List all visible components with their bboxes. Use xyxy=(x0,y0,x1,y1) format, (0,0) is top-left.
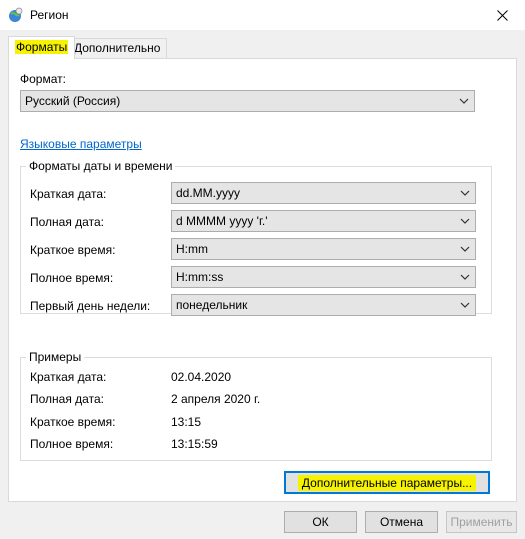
example-short-date-value: 02.04.2020 xyxy=(171,370,232,384)
tab-formats-label: Форматы xyxy=(15,40,69,54)
long-date-select[interactable]: d MMMM yyyy 'г.' xyxy=(171,210,476,232)
short-time-value: H:mm xyxy=(176,242,208,256)
format-select[interactable]: Русский (Россия) xyxy=(20,90,475,112)
examples-title: Примеры xyxy=(26,350,85,364)
window-title: Регион xyxy=(30,8,69,22)
chevron-down-icon xyxy=(460,274,470,280)
tab-advanced-label: Дополнительно xyxy=(74,41,161,55)
language-settings-link[interactable]: Языковые параметры xyxy=(20,137,142,151)
cancel-button[interactable]: Отмена xyxy=(365,511,438,533)
apply-button[interactable]: Применить xyxy=(446,511,517,533)
first-day-value: понедельник xyxy=(176,298,248,312)
chevron-down-icon xyxy=(460,218,470,224)
example-long-time-value: 13:15:59 xyxy=(171,437,218,451)
close-icon xyxy=(496,9,508,21)
title-bar: Регион xyxy=(0,0,525,30)
example-short-time-label: Краткое время: xyxy=(30,415,116,429)
example-long-date-value: 2 апреля 2020 г. xyxy=(171,392,261,406)
long-time-value: H:mm:ss xyxy=(176,270,224,284)
short-time-select[interactable]: H:mm xyxy=(171,238,476,260)
tab-advanced[interactable]: Дополнительно xyxy=(68,38,168,58)
tab-formats[interactable]: Форматы xyxy=(8,36,76,59)
example-short-date-label: Краткая дата: xyxy=(30,370,107,384)
example-long-time-label: Полное время: xyxy=(30,437,114,451)
region-globe-icon xyxy=(9,7,23,22)
datetime-formats-title: Форматы даты и времени xyxy=(26,159,176,173)
short-date-select[interactable]: dd.MM.yyyy xyxy=(171,182,476,204)
short-date-value: dd.MM.yyyy xyxy=(176,186,241,200)
chevron-down-icon xyxy=(460,246,470,252)
first-day-label: Первый день недели: xyxy=(30,299,151,313)
chevron-down-icon xyxy=(460,190,470,196)
format-label: Формат: xyxy=(20,72,66,86)
long-time-label: Полное время: xyxy=(30,271,114,285)
advanced-settings-label: Дополнительные параметры... xyxy=(297,474,477,491)
first-day-select[interactable]: понедельник xyxy=(171,294,476,316)
short-date-label: Краткая дата: xyxy=(30,187,107,201)
example-short-time-value: 13:15 xyxy=(171,415,202,429)
example-long-date-label: Полная дата: xyxy=(30,392,104,406)
long-date-label: Полная дата: xyxy=(30,215,104,229)
close-button[interactable] xyxy=(479,0,525,30)
long-date-value: d MMMM yyyy 'г.' xyxy=(176,214,268,228)
chevron-down-icon xyxy=(459,98,469,104)
chevron-down-icon xyxy=(460,302,470,308)
long-time-select[interactable]: H:mm:ss xyxy=(171,266,476,288)
ok-button[interactable]: ОК xyxy=(284,511,357,533)
advanced-settings-button[interactable]: Дополнительные параметры... xyxy=(284,471,490,494)
short-time-label: Краткое время: xyxy=(30,243,116,257)
format-select-value: Русский (Россия) xyxy=(25,94,121,108)
